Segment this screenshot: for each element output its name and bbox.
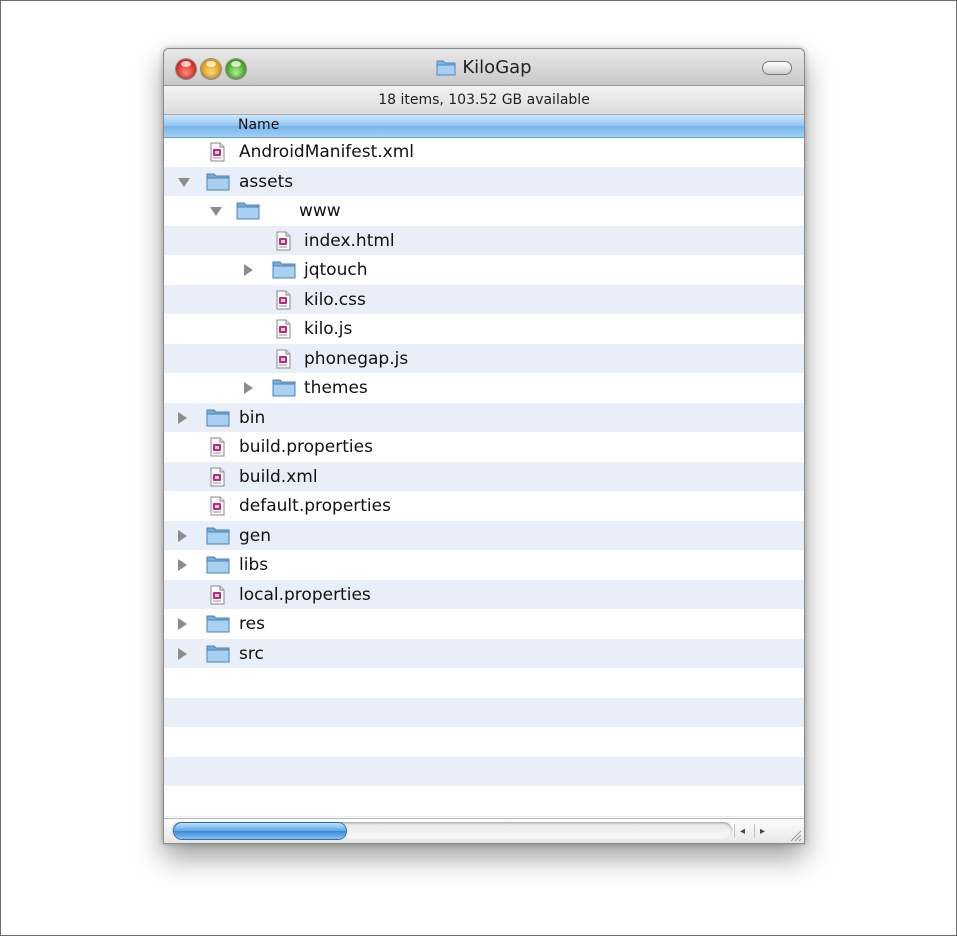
resize-grip-icon[interactable] [788, 828, 802, 842]
document-icon [272, 230, 294, 252]
item-name: kilo.js [304, 319, 353, 339]
folder-icon [206, 171, 230, 193]
document-icon [272, 348, 294, 370]
item-name: bin [239, 407, 266, 428]
list-item[interactable]: phonegap.js [164, 343, 804, 373]
file-list: AndroidManifest.xml assets www index.html jq… [164, 137, 804, 817]
folder-icon [206, 554, 230, 576]
scroll-right-button[interactable]: ▸ [754, 824, 770, 838]
toolbar-toggle-button[interactable] [762, 61, 792, 75]
list-item[interactable]: build.properties [164, 432, 804, 462]
folder-icon [436, 60, 456, 76]
item-name: src [239, 643, 264, 664]
empty-row [164, 815, 804, 817]
list-item[interactable]: default.properties [164, 491, 804, 521]
empty-row [164, 727, 804, 757]
scroll-thumb[interactable] [174, 823, 346, 839]
empty-row [164, 697, 804, 727]
window-title-group: KiloGap [164, 49, 804, 85]
list-item[interactable]: AndroidManifest.xml [164, 137, 804, 167]
disclosure-collapsed-icon[interactable] [244, 264, 253, 276]
scroll-left-button[interactable]: ◂ [734, 824, 750, 838]
column-header-label: Name [238, 117, 280, 133]
item-name: res [239, 614, 265, 634]
item-name: www [299, 201, 341, 221]
document-icon [206, 141, 228, 163]
list-item[interactable]: libs [164, 550, 804, 580]
status-text: 18 items, 103.52 GB available [378, 92, 590, 108]
document-icon [206, 495, 228, 517]
list-item[interactable]: res [164, 609, 804, 639]
empty-row [164, 786, 804, 816]
document-icon [272, 289, 294, 311]
document-icon [206, 584, 228, 606]
item-name: jqtouch [304, 260, 368, 280]
disclosure-collapsed-icon[interactable] [178, 647, 187, 660]
list-item[interactable]: build.xml [164, 461, 804, 491]
scroll-left-arrow-icon: ◂ [739, 825, 746, 837]
item-name: default.properties [239, 496, 391, 516]
list-item[interactable]: assets [164, 166, 804, 196]
horizontal-scrollbar[interactable]: ◂ ▸ [164, 818, 804, 843]
document-icon [272, 318, 294, 340]
disclosure-collapsed-icon[interactable] [178, 618, 187, 630]
list-item[interactable]: kilo.js [164, 314, 804, 344]
disclosure-collapsed-icon[interactable] [178, 411, 187, 424]
folder-icon [206, 643, 230, 665]
empty-row [164, 756, 804, 786]
list-item[interactable]: src [164, 638, 804, 668]
list-item[interactable]: jqtouch [164, 255, 804, 285]
list-item[interactable]: kilo.css [164, 284, 804, 314]
disclosure-expanded-icon[interactable] [178, 177, 190, 187]
scroll-right-arrow-icon: ▸ [759, 825, 766, 837]
item-name: build.properties [239, 437, 373, 457]
item-name: kilo.css [304, 289, 366, 310]
column-header-name[interactable]: Name [164, 115, 804, 138]
title-bar[interactable]: KiloGap [164, 49, 804, 86]
list-item[interactable]: local.properties [164, 579, 804, 609]
item-name: AndroidManifest.xml [239, 142, 415, 162]
disclosure-collapsed-icon[interactable] [178, 559, 187, 571]
disclosure-collapsed-icon[interactable] [178, 529, 187, 542]
document-icon [206, 436, 228, 458]
list-item[interactable]: index.html [164, 225, 804, 255]
item-name: phonegap.js [304, 348, 409, 369]
folder-icon [272, 377, 296, 399]
folder-icon [206, 613, 230, 635]
folder-icon [236, 200, 260, 222]
item-name: build.xml [239, 466, 318, 487]
item-name: local.properties [239, 584, 371, 605]
finder-window: KiloGap 18 items, 103.52 GB available Na… [163, 48, 805, 844]
list-item[interactable]: themes [164, 373, 804, 403]
disclosure-expanded-icon[interactable] [210, 207, 222, 216]
list-item[interactable]: www [164, 196, 804, 226]
item-name: libs [239, 555, 269, 575]
folder-icon [206, 407, 230, 429]
window-title: KiloGap [462, 56, 532, 78]
item-name: themes [304, 378, 368, 398]
folder-icon [272, 259, 296, 281]
item-name: gen [239, 525, 272, 546]
list-item[interactable]: gen [164, 520, 804, 550]
item-name: index.html [304, 230, 395, 251]
disclosure-collapsed-icon[interactable] [244, 382, 253, 394]
empty-row [164, 668, 804, 698]
document-icon [206, 466, 228, 488]
folder-icon [206, 525, 230, 547]
list-item[interactable]: bin [164, 402, 804, 432]
item-name: assets [239, 171, 294, 192]
status-bar: 18 items, 103.52 GB available [164, 86, 804, 115]
